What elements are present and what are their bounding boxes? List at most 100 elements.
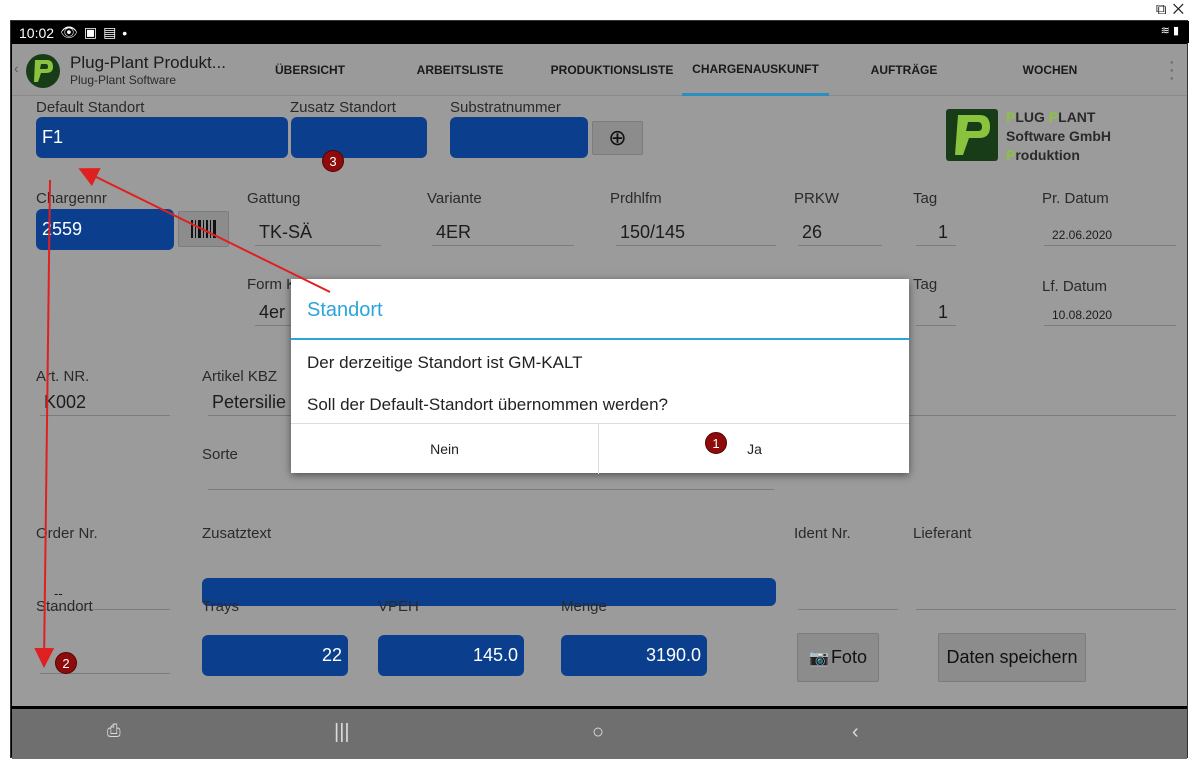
app-logo-icon (26, 54, 60, 88)
label-art-nr: Art. NR. (36, 368, 90, 385)
tab-uebersicht[interactable]: ÜBERSICHT (248, 44, 372, 96)
back-chevron-icon[interactable]: ‹ (14, 60, 19, 76)
label-prdhlfm: Prdhlfm (610, 190, 662, 207)
label-lf-datum: Lf. Datum (1042, 278, 1108, 295)
dot-icon: • (122, 24, 128, 41)
label-gattung: Gattung (247, 190, 301, 207)
variante-field[interactable]: 4ER (432, 222, 574, 246)
company-logo-icon (946, 109, 998, 161)
dialog-button-bar: Nein Ja (291, 423, 909, 474)
pr-datum-field[interactable]: 22.06.2020 (1044, 222, 1176, 246)
screenshot-frame: ⧉✕ 10:02 👁 ▣ ▤ • ≋ ▮ ‹ Plug-Plant Produk… (0, 0, 1200, 778)
home-icon[interactable]: ○ (592, 721, 604, 744)
app-title: Plug-Plant Produkt... (70, 53, 226, 72)
gattung-field[interactable]: TK-SÄ (255, 222, 381, 246)
plus-circle-icon: ⊕ (608, 125, 627, 150)
label-chargennr: Chargennr (36, 190, 107, 207)
ja-button[interactable]: Ja (600, 424, 909, 474)
lieferant-field[interactable] (916, 586, 1176, 610)
tab-chargenauskunft[interactable]: CHARGENAUSKUNFT (682, 44, 829, 96)
overflow-menu-icon[interactable]: · · · (1168, 52, 1175, 88)
tab-wochen[interactable]: WOCHEN (988, 44, 1112, 96)
label-zusatztext: Zusatztext (202, 525, 272, 542)
label-vpeh: VPEH (378, 598, 419, 615)
standort-dialog: Standort Der derzeitige Standort ist GM-… (291, 279, 909, 474)
status-bar: 10:02 👁 ▣ ▤ • ≋ ▮ (11, 21, 1189, 43)
badge-3: 3 (322, 150, 344, 172)
daten-speichern-button[interactable]: Daten speichern (938, 633, 1086, 682)
dialog-message-2: Soll der Default-Standort übernommen wer… (307, 395, 668, 414)
label-order-nr: Order Nr. (36, 525, 98, 542)
substratnummer-field[interactable] (450, 117, 588, 158)
tab-produktionsliste[interactable]: PRODUKTIONSLISTE (537, 44, 687, 96)
label-default-standort: Default Standort (36, 99, 145, 116)
status-right: ≋ ▮ (1161, 24, 1179, 37)
badge-2: 2 (55, 652, 77, 674)
wifi-icon: ≋ (1160, 25, 1170, 37)
app-subtitle: Plug-Plant Software (70, 73, 177, 87)
window-title-strip: ⧉✕ (0, 0, 1200, 20)
android-nav-bar: ⎙ ||| ○ ‹ (12, 709, 1187, 759)
device-frame: 10:02 👁 ▣ ▤ • ≋ ▮ ‹ Plug-Plant Produkt..… (10, 20, 1189, 759)
label-substratnummer: Substratnummer (450, 99, 561, 116)
barcode-scan-button[interactable] (178, 211, 229, 247)
tag-field[interactable]: 1 (916, 222, 956, 246)
badge-1: 1 (705, 432, 727, 454)
window-controls: ⧉✕ (1156, 1, 1190, 18)
prkw-field[interactable]: 26 (798, 222, 882, 246)
label-lieferant: Lieferant (913, 525, 972, 542)
app-bar: ‹ Plug-Plant Produkt... Plug-Plant Softw… (12, 44, 1187, 96)
dialog-message-1: Der derzeitige Standort ist GM-KALT (307, 353, 583, 372)
dialog-title: Standort (307, 299, 383, 321)
app-notification-icon: ▣ (83, 24, 98, 40)
screenshot-nav-icon[interactable]: ⎙ (107, 721, 121, 741)
tag-2-field[interactable]: 1 (916, 302, 956, 326)
zusatztext-field[interactable] (202, 578, 776, 606)
label-pr-datum: Pr. Datum (1042, 190, 1109, 207)
logo-line-3: Produktion (1006, 147, 1080, 163)
art-nr-field[interactable]: K002 (40, 392, 170, 416)
add-substrat-button[interactable]: ⊕ (592, 121, 643, 155)
label-form: Form K (247, 276, 297, 293)
foto-button[interactable]: 📷 Foto (797, 633, 879, 682)
label-trays: Trays (202, 598, 239, 615)
camera-icon: 📷 (809, 649, 829, 667)
eye-icon: 👁 (60, 24, 78, 40)
recents-icon[interactable]: ||| (334, 721, 350, 744)
menge-field[interactable]: 3190.0 (561, 635, 707, 676)
vpeh-field[interactable]: 145.0 (378, 635, 524, 676)
default-standort-field[interactable]: F1 (36, 117, 288, 158)
status-left: 10:02 👁 ▣ ▤ • (19, 24, 127, 41)
zusatz-standort-field[interactable] (291, 117, 427, 158)
close-icon[interactable]: ✕ (1173, 1, 1190, 18)
dialog-divider (291, 338, 909, 340)
battery-icon: ▮ (1172, 25, 1179, 37)
label-standort: Standort (36, 598, 93, 615)
logo-line-1: PLUG PLANT (1006, 109, 1096, 125)
nein-button[interactable]: Nein (291, 424, 599, 474)
back-icon[interactable]: ‹ (852, 721, 859, 744)
label-ident-nr: Ident Nr. (794, 525, 851, 542)
popout-icon[interactable]: ⧉ (1156, 1, 1173, 18)
barcode-icon (190, 220, 216, 238)
label-variante: Variante (427, 190, 482, 207)
label-menge: Menge (561, 598, 607, 615)
chargennr-field[interactable]: 2559 (36, 209, 174, 250)
label-zusatz-standort: Zusatz Standort (290, 99, 396, 116)
lf-datum-field[interactable]: 10.08.2020 (1044, 302, 1176, 326)
clock: 10:02 (19, 24, 55, 41)
app-screen: ‹ Plug-Plant Produkt... Plug-Plant Softw… (12, 44, 1187, 706)
image-notification-icon: ▤ (103, 24, 117, 40)
tab-auftraege[interactable]: AUFTRÄGE (842, 44, 966, 96)
trays-field[interactable]: 22 (202, 635, 348, 676)
label-tag-2: Tag (913, 276, 938, 293)
label-tag: Tag (913, 190, 938, 207)
company-logo-text: PLUG PLANT Software GmbH Produktion (1006, 108, 1111, 165)
tab-arbeitsliste[interactable]: ARBEITSLISTE (398, 44, 522, 96)
prdhlfm-field[interactable]: 150/145 (616, 222, 776, 246)
label-prkw: PRKW (794, 190, 839, 207)
logo-line-2: Software GmbH (1006, 128, 1112, 144)
label-artikel-kbz: Artikel KBZ (202, 368, 278, 385)
label-sorte: Sorte (202, 446, 238, 463)
ident-nr-field[interactable] (798, 586, 898, 610)
